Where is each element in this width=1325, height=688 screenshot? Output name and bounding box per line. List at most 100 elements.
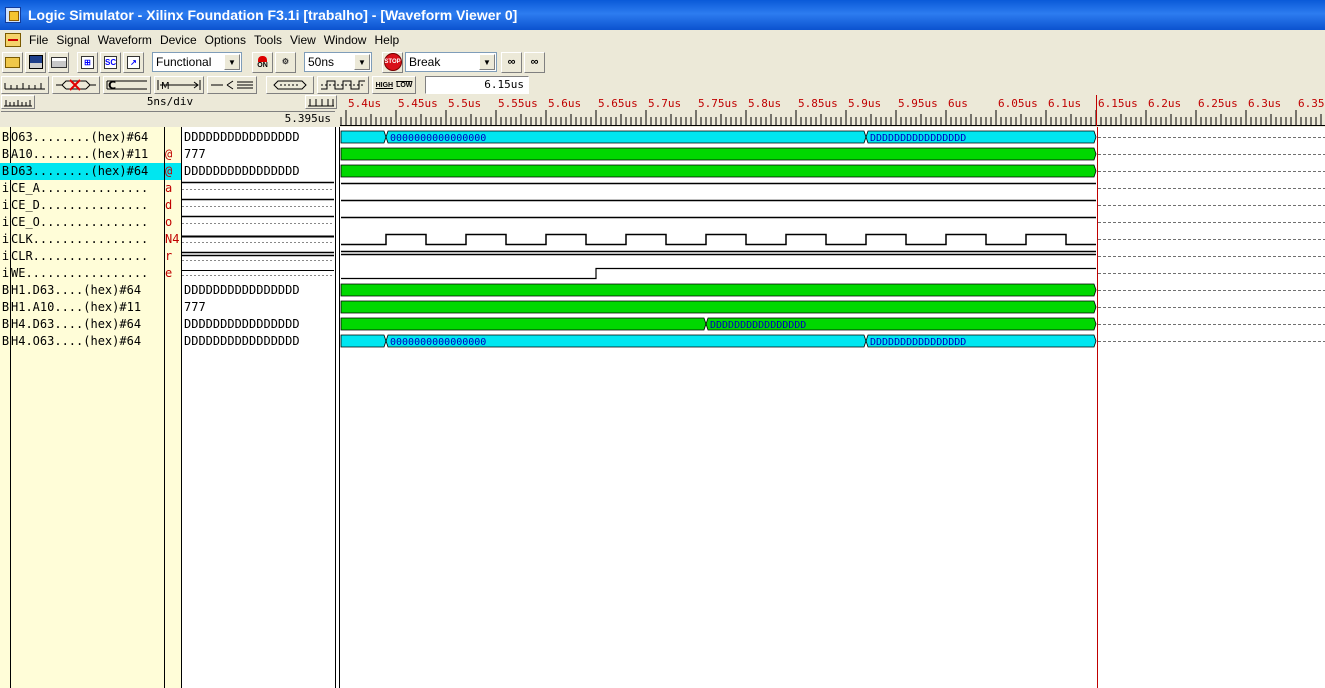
signal-name-row[interactable]: B H1.D63....(hex)#64 — [0, 282, 164, 299]
ruler-label: 6.1us — [1048, 97, 1082, 110]
menu-tools[interactable]: Tools — [252, 33, 288, 47]
delete-wave-button[interactable] — [52, 76, 100, 94]
waveform-area[interactable]: 0000000000000000 DDDDDDDDDDDDDDDD DDDDDDDD… — [339, 127, 1325, 688]
menu-window[interactable]: Window — [322, 33, 373, 47]
hierarchy-icon[interactable]: ⊞ — [77, 51, 98, 73]
bus-value-button[interactable] — [266, 76, 314, 94]
power-on-icon: ON — [254, 53, 271, 71]
signal-type: i — [1, 266, 10, 280]
signal-name-row[interactable]: i WE................. — [0, 265, 164, 282]
stimulus-key[interactable]: d — [165, 197, 181, 214]
on-button[interactable]: ON — [252, 51, 273, 73]
ruler-label: 5.5us — [448, 97, 482, 110]
align-button[interactable] — [207, 76, 257, 94]
save-icon[interactable] — [25, 51, 46, 73]
find-next-icon[interactable]: ∞ — [524, 51, 545, 73]
signal-name-row[interactable]: i CLK................ — [0, 231, 164, 248]
bus-button[interactable]: C — [103, 76, 151, 94]
probe-icon[interactable]: ↗ — [123, 51, 144, 73]
ruler-label: 5.85us — [798, 97, 838, 110]
waveform-clr[interactable] — [341, 250, 1325, 257]
stimulus-key[interactable]: @ — [165, 146, 181, 163]
signal-type: i — [1, 215, 10, 229]
waveform-ce_o[interactable] — [341, 216, 1325, 223]
time-ruler[interactable]: 5.4us 5.45us 5.5us 5.55us 5.6us 5.65us 5.7us 5.… — [340, 95, 1325, 126]
waveform-o63-hex-64[interactable]: 0000000000000000 DDDDDDDDDDDDDDDD — [340, 130, 1325, 144]
chevron-down-icon[interactable]: ▼ — [479, 54, 495, 70]
signal-name-row[interactable]: B H1.A10....(hex)#11 — [0, 299, 164, 316]
stimulus-key[interactable]: e — [165, 265, 181, 282]
sim-mode-select[interactable]: Functional ▼ — [152, 52, 242, 72]
signal-value: DDDDDDDDDDDDDDDD — [184, 334, 300, 348]
signal-name: H1.A10....(hex)#11 — [11, 300, 142, 314]
bus-segment-label: 0000000000000000 — [390, 337, 486, 348]
sc-icon[interactable]: SC — [100, 51, 121, 73]
step-icon[interactable]: ⚙ — [275, 51, 296, 73]
signal-name: H4.D63....(hex)#64 — [11, 317, 142, 331]
svg-text:C: C — [108, 79, 116, 91]
signal-name-row[interactable]: i CE_O............... — [0, 214, 164, 231]
menu-bar: File Signal Waveform Device Options Tool… — [0, 30, 1325, 49]
signal-type: B — [1, 317, 10, 331]
measure-button[interactable]: M — [154, 76, 204, 94]
stimulus-key[interactable]: @ — [165, 163, 181, 180]
signal-name-row[interactable]: B A10........(hex)#11 — [0, 146, 164, 163]
signal-name-row[interactable]: i CE_D............... — [0, 197, 164, 214]
stimulus-key[interactable] — [165, 316, 181, 333]
waveform-h4-o63-hex-64[interactable]: 0000000000000000 DDDDDDDDDDDDDDDD — [340, 334, 1325, 348]
step-size-select[interactable]: 50ns ▼ — [304, 52, 372, 72]
signal-name: CE_A............... — [11, 181, 149, 195]
signal-type: B — [1, 300, 10, 314]
signal-name-row[interactable]: i CLR................ — [0, 248, 164, 265]
break-select[interactable]: Break ▼ — [405, 52, 497, 72]
menu-device[interactable]: Device — [158, 33, 203, 47]
open-icon[interactable] — [2, 51, 23, 73]
document-icon[interactable] — [5, 32, 21, 47]
waveform-h1-a10-hex-11[interactable] — [340, 300, 1325, 314]
signal-name-row[interactable]: B O63........(hex)#64 — [0, 129, 164, 146]
menu-file[interactable]: File — [27, 33, 54, 47]
clock-stim-button[interactable] — [1, 76, 49, 94]
pulse-button[interactable] — [317, 76, 369, 94]
time-field[interactable]: 6.15us — [425, 76, 529, 94]
menu-view[interactable]: View — [288, 33, 322, 47]
zoom-out-button[interactable] — [1, 95, 35, 109]
find-icon[interactable]: ∞ — [501, 51, 522, 73]
signal-name: CE_O............... — [11, 215, 149, 229]
signal-name-row[interactable]: i CE_A............... — [0, 180, 164, 197]
stimulus-key[interactable] — [165, 333, 181, 350]
signal-name-row[interactable]: B H4.O63....(hex)#64 — [0, 333, 164, 350]
stimulus-key[interactable]: N4 — [165, 231, 181, 248]
waveform-d63-hex-64[interactable] — [340, 164, 1325, 178]
stimulus-key[interactable] — [165, 299, 181, 316]
stop-button[interactable]: STOP — [382, 51, 403, 73]
waveform-h1-d63-hex-64[interactable] — [340, 283, 1325, 297]
chevron-down-icon[interactable]: ▼ — [224, 54, 240, 70]
value-level-lines — [182, 235, 334, 243]
stimulus-key[interactable] — [165, 282, 181, 299]
signal-name-row[interactable]: B D63........(hex)#64 — [0, 163, 164, 180]
stimulus-key[interactable]: a — [165, 180, 181, 197]
menu-options[interactable]: Options — [203, 33, 252, 47]
stimulus-key[interactable]: o — [165, 214, 181, 231]
waveform-we[interactable] — [341, 267, 1325, 280]
waveform-a10-hex-11[interactable] — [340, 147, 1325, 161]
menu-signal[interactable]: Signal — [54, 33, 95, 47]
chevron-down-icon[interactable]: ▼ — [354, 54, 370, 70]
waveform-h4-d63-hex-64[interactable]: DDDDDDDDDDDDDDDD — [340, 317, 1325, 331]
signal-values-panel: DDDDDDDDDDDDDDDD 777 DDDDDDDDDDDDDDDD DDDDD… — [182, 127, 336, 688]
menu-waveform[interactable]: Waveform — [96, 33, 158, 47]
high-low-button[interactable]: HIGH LOW — [372, 76, 416, 94]
menu-help[interactable]: Help — [372, 33, 405, 47]
signal-value: 777 — [184, 147, 206, 161]
zoom-in-button[interactable] — [305, 95, 337, 109]
signal-name: D63........(hex)#64 — [11, 164, 149, 178]
print-icon[interactable] — [48, 51, 69, 73]
waveform-ce_d[interactable] — [341, 199, 1325, 206]
waveform-clk[interactable] — [341, 233, 1325, 246]
waveform-ce_a[interactable] — [341, 182, 1325, 189]
signal-name-row[interactable]: B H4.D63....(hex)#64 — [0, 316, 164, 333]
ruler-label: 5.4us — [348, 97, 382, 110]
stimulus-key[interactable]: r — [165, 248, 181, 265]
stimulus-key[interactable] — [165, 129, 181, 146]
